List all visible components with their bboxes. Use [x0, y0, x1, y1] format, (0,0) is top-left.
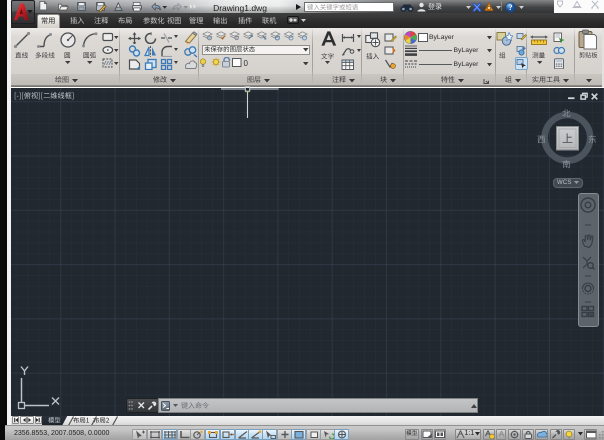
svg-text:?: ? — [509, 3, 513, 12]
svg-text:0: 0 — [244, 59, 249, 68]
